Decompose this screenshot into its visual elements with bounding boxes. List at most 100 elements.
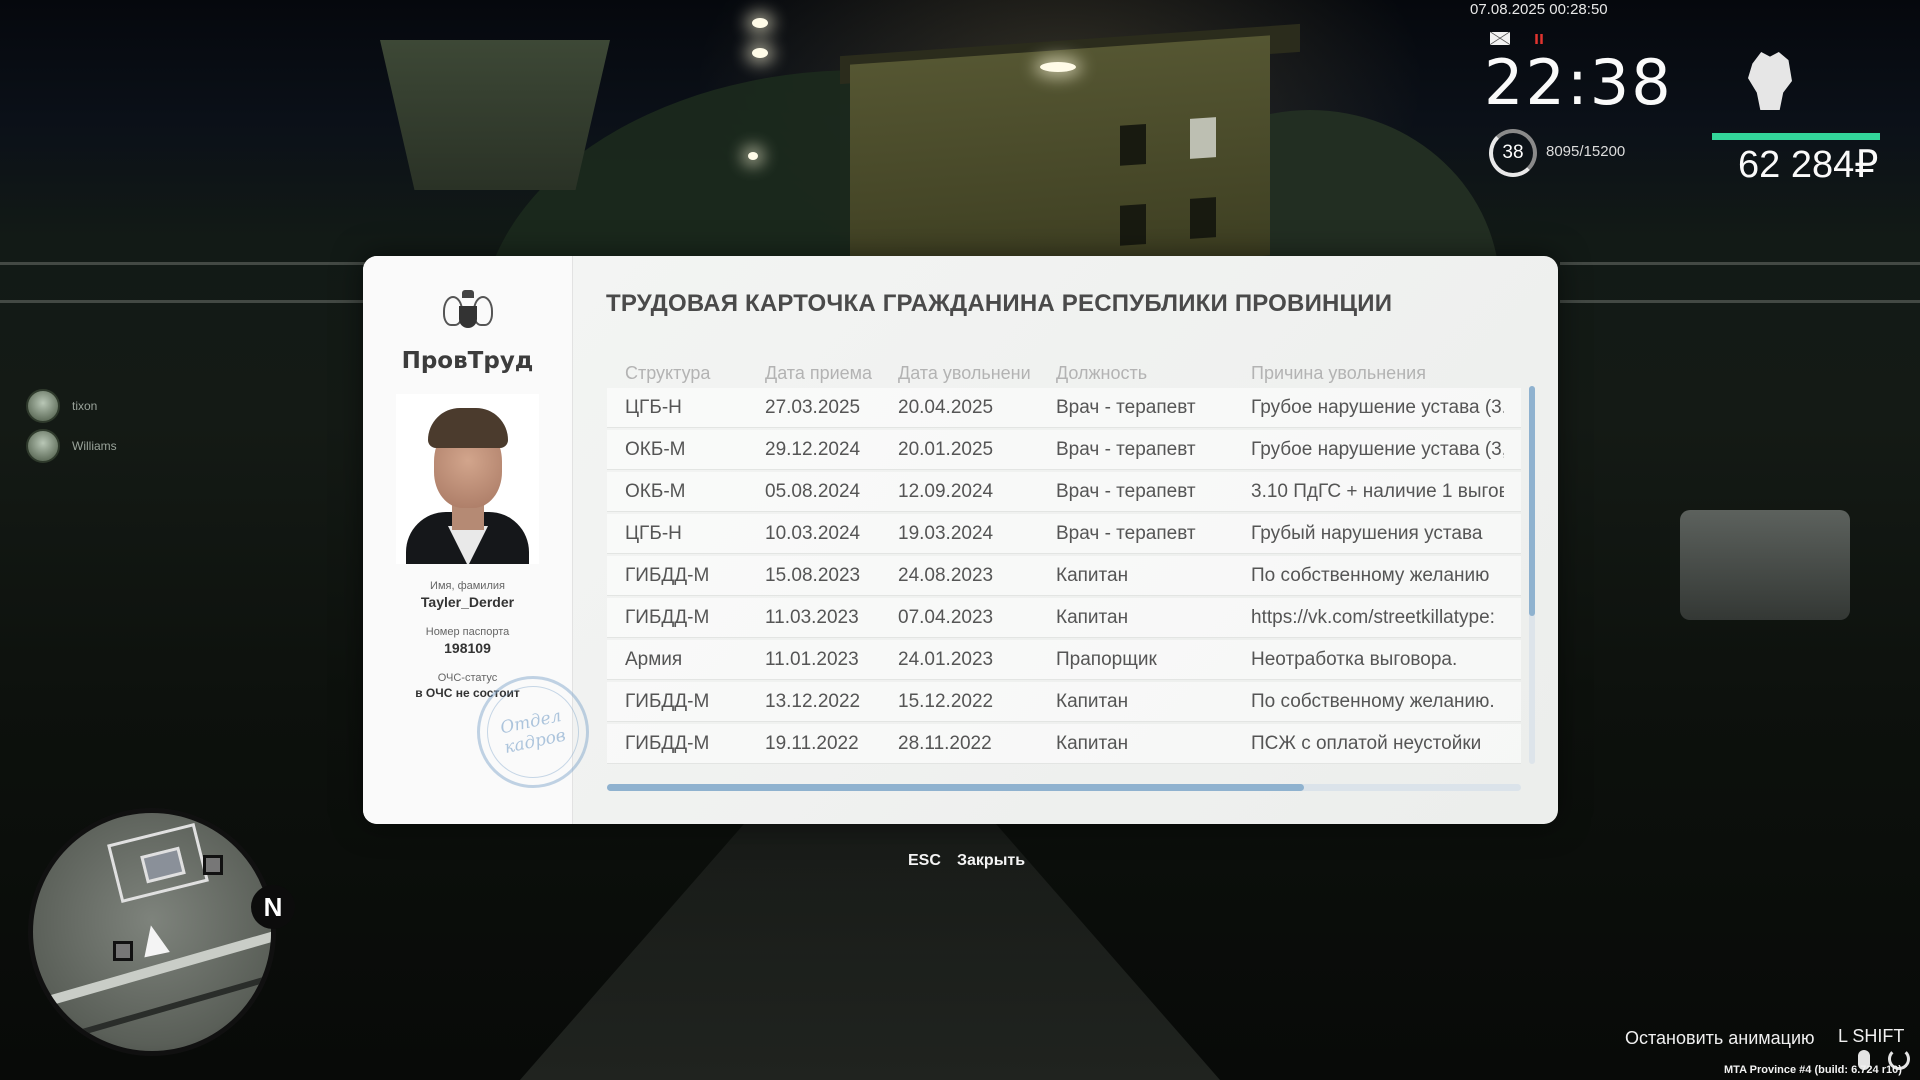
org-name: ПровТруд: [401, 348, 534, 374]
table-row: Армия 11.01.2023 24.01.2023 Прапорщик Неотра…: [607, 640, 1521, 680]
health-bar: [1712, 133, 1880, 140]
player-arrow-icon: [138, 922, 170, 958]
citizen-portrait: [396, 394, 539, 564]
cell-position: Врач - терапевт: [1056, 522, 1196, 544]
employment-table[interactable]: Структура Дата приема Дата увольнени Дол…: [607, 356, 1521, 776]
avatar: [26, 389, 60, 423]
stone-planter: [1680, 510, 1850, 620]
cell-reason: Грубое нарушение устава (3.: [1251, 396, 1504, 418]
player-entry: tixon: [26, 386, 117, 426]
food-icon: ıı: [1534, 28, 1545, 48]
money-display: 62 284₽: [1738, 144, 1879, 186]
street-lamp: [1040, 62, 1076, 72]
building: [850, 35, 1270, 285]
cell-reason: https://vk.com/streetkillatype:: [1251, 606, 1495, 628]
watchtower: [380, 40, 610, 190]
fence: [0, 300, 370, 303]
cell-hire-date: 19.11.2022: [765, 732, 859, 754]
xp-counter: 8095/15200: [1546, 143, 1626, 160]
level-value: 38: [1502, 142, 1524, 163]
cell-position: Капитан: [1056, 564, 1129, 586]
horizontal-scrollbar[interactable]: [607, 784, 1521, 791]
employment-history-panel: ТРУДОВАЯ КАРТОЧКА ГРАЖДАНИНА РЕСПУБЛИКИ …: [573, 256, 1558, 824]
cell-hire-date: 10.03.2024: [765, 522, 861, 544]
cell-position: Врач - терапевт: [1056, 480, 1196, 502]
cell-fire-date: 24.01.2023: [898, 648, 994, 670]
minimap-marker: [203, 855, 223, 875]
minimap-marker: [113, 941, 133, 961]
name-label: Имя, фамилия: [430, 580, 505, 592]
fence: [1560, 262, 1920, 265]
column-header: Дата увольнени: [898, 363, 1031, 383]
cell-structure: ГИБДД-М: [625, 606, 710, 628]
cell-structure: ОКБ-М: [625, 480, 686, 502]
stamp-text: Отдел кадров: [498, 706, 568, 759]
column-header: Структура: [625, 363, 711, 383]
cell-fire-date: 20.04.2025: [898, 396, 994, 418]
table-row: ЦГБ-Н 27.03.2025 20.04.2025 Врач - терапевт…: [607, 388, 1521, 428]
cell-position: Капитан: [1056, 732, 1129, 754]
cell-fire-date: 28.11.2022: [898, 732, 992, 754]
cell-structure: Армия: [625, 648, 683, 670]
build-info: MTA Province #4 (build: 6.724 r10): [1724, 1064, 1902, 1076]
cell-reason: 3.10 ПдГС + наличие 1 выгов: [1251, 480, 1504, 502]
cell-fire-date: 20.01.2025: [898, 438, 994, 460]
cell-hire-date: 05.08.2024: [765, 480, 861, 502]
cell-reason: ПСЖ с оплатой неустойки: [1251, 732, 1482, 754]
table-body: ЦГБ-Н 27.03.2025 20.04.2025 Врач - терапевт…: [607, 388, 1521, 764]
cell-reason: Неотработка выговора.: [1251, 648, 1458, 670]
fence: [1560, 300, 1920, 303]
minimap: [28, 808, 276, 1056]
key-hint: L SHIFT: [1838, 1026, 1905, 1046]
scrollbar-thumb[interactable]: [1529, 386, 1535, 616]
cell-reason: По собственному желанию: [1251, 564, 1490, 586]
coat-of-arms-icon: [442, 290, 493, 342]
cell-hire-date: 13.12.2022: [765, 690, 861, 712]
hud-datetime: 07.08.2025 00:28:50: [1470, 1, 1608, 18]
scrollbar-thumb[interactable]: [607, 784, 1304, 791]
esc-key-hint: ESC: [908, 852, 941, 869]
cell-structure: ГИБДД-М: [625, 564, 710, 586]
cell-position: Капитан: [1056, 606, 1129, 628]
table-row: ГИБДД-М 11.03.2023 07.04.2023 Капитан https:…: [607, 598, 1521, 638]
cell-structure: ОКБ-М: [625, 438, 686, 460]
table-row: ЦГБ-Н 10.03.2024 19.03.2024 Врач - терапевт…: [607, 514, 1521, 554]
cell-fire-date: 24.08.2023: [898, 564, 994, 586]
cell-hire-date: 15.08.2023: [765, 564, 861, 586]
table-header: Структура Дата приема Дата увольнени Дол…: [607, 356, 1521, 386]
avatar: [26, 429, 60, 463]
cell-position: Врач - терапевт: [1056, 438, 1196, 460]
cell-hire-date: 11.01.2023: [765, 648, 859, 670]
stop-animation-hint: Остановить анимацию: [1625, 1028, 1815, 1048]
fence: [0, 262, 380, 265]
mail-icon: [1490, 32, 1510, 45]
cell-structure: ЦГБ-Н: [625, 522, 682, 544]
cell-fire-date: 15.12.2022: [898, 690, 994, 712]
level-indicator: 38: [1489, 129, 1537, 177]
hud-status-icons: ıı: [1490, 28, 1545, 48]
player-name: Williams: [72, 439, 117, 453]
column-header: Должность: [1056, 363, 1148, 383]
close-button[interactable]: Закрыть: [957, 852, 1025, 870]
cell-hire-date: 27.03.2025: [765, 396, 861, 418]
cell-structure: ЦГБ-Н: [625, 396, 682, 418]
table-row: ОКБ-М 05.08.2024 12.09.2024 Врач - терапевт…: [607, 472, 1521, 512]
cell-position: Врач - терапевт: [1056, 396, 1196, 418]
vertical-scrollbar[interactable]: [1529, 386, 1535, 764]
street-lamp: [752, 48, 768, 58]
work-card-dialog: ПровТруд Имя, фамилия Tayler_Derder Номе…: [363, 256, 1558, 824]
table-row: ГИБДД-М 19.11.2022 28.11.2022 Капитан ПСЖ с …: [607, 724, 1521, 764]
cell-hire-date: 11.03.2023: [765, 606, 859, 628]
cell-structure: ГИБДД-М: [625, 690, 710, 712]
player-entry: Williams: [26, 426, 117, 466]
cell-reason: Грубый нарушения устава: [1251, 522, 1483, 544]
cell-position: Капитан: [1056, 690, 1129, 712]
cell-fire-date: 07.04.2023: [898, 606, 994, 628]
health-bar-fill: [1712, 133, 1880, 140]
street-lamp: [748, 152, 758, 160]
citizen-profile-panel: ПровТруд Имя, фамилия Tayler_Derder Номе…: [363, 256, 600, 824]
cell-reason: Грубое нарушение устава (3,: [1251, 438, 1504, 460]
north-compass-icon: N: [251, 885, 295, 929]
cell-position: Прапорщик: [1056, 648, 1157, 670]
cell-hire-date: 29.12.2024: [765, 438, 861, 460]
